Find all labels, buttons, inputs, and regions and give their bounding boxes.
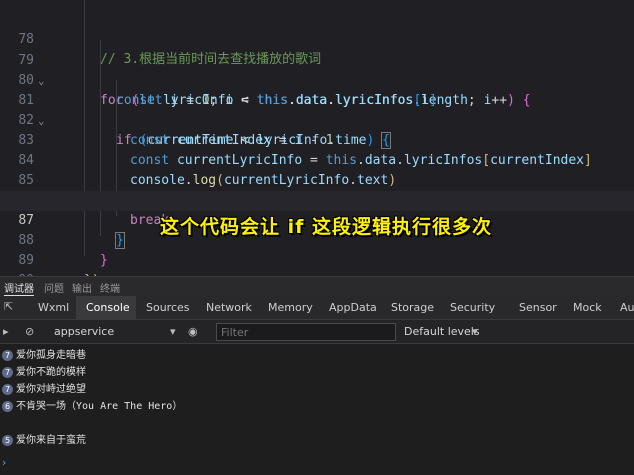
panel-mock[interactable]: Mock (573, 301, 602, 314)
console-prompt-icon[interactable]: › (2, 456, 6, 469)
panel-console[interactable]: Console (86, 301, 130, 314)
console-log-row: 7 爱你孤身走暗巷 (0, 348, 634, 364)
repeat-count-badge: 7 (2, 367, 13, 378)
devtools-top-tabs: 调试器 问题 输出 终端 (0, 276, 634, 296)
code-line: 86 break (0, 171, 634, 228)
panel-security[interactable]: Security (450, 301, 495, 314)
levels-dropdown-icon[interactable]: ▾ (472, 325, 478, 338)
panel-memory[interactable]: Memory (268, 301, 313, 314)
log-text: 爱你对峙过绝望 (16, 384, 86, 395)
code-line: 83 const currentLyricInfo = this.data.ly… (0, 111, 634, 168)
code-line: 78 // 3.根据当前时间去查找播放的歌词 (0, 10, 634, 67)
console-log-row: 6 不肯哭一场（You Are The Hero） (0, 399, 634, 415)
code-editor[interactable]: 78 // 3.根据当前时间去查找播放的歌词 79 ⌄ for (let i =… (0, 0, 634, 276)
filter-input[interactable] (216, 323, 396, 341)
code-line: 84 console.log(currentLyricInfo.text) (0, 131, 634, 188)
tab-debugger[interactable]: 调试器 (4, 280, 34, 296)
code-line: 81 ⌄ if (currentTime < lyricInfo.time) { (0, 71, 634, 149)
tab-problems[interactable]: 问题 (44, 280, 64, 295)
video-caption: 这个代码会让 if 这段逻辑执行很多次 (160, 216, 493, 238)
tab-terminal[interactable]: 终端 (100, 280, 120, 295)
panel-sensor[interactable]: Sensor (519, 301, 557, 314)
panel-sources[interactable]: Sources (146, 301, 190, 314)
console-log-row: 7 爱你不跪的模样 (0, 365, 634, 381)
log-text: 爱你孤身走暗巷 (16, 350, 86, 361)
panel-appdata[interactable]: AppData (329, 301, 377, 314)
levels-select[interactable]: Default levels (404, 325, 480, 338)
console-log-row: 7 爱你对峙过绝望 (0, 382, 634, 398)
repeat-count-badge: 6 (2, 401, 13, 412)
eye-icon[interactable]: ◉ (188, 325, 198, 338)
tab-output[interactable]: 输出 (72, 280, 92, 295)
context-dropdown-icon[interactable]: ▾ (170, 325, 176, 338)
log-text: 不肯哭一场（You Are The Hero） (16, 401, 183, 412)
repeat-count-badge: 7 (2, 350, 13, 361)
panel-wxml[interactable]: Wxml (38, 301, 69, 314)
inspect-element-icon[interactable]: ⇱ (4, 300, 13, 313)
panel-storage[interactable]: Storage (391, 301, 434, 314)
devtools-panel-bar: ⇱ Wxml Console Sources Network Memory Ap… (0, 296, 634, 320)
sidebar-toggle-icon[interactable]: ▸ (3, 325, 9, 338)
code-line-active: 87 } (0, 191, 634, 249)
code-line: 79 ⌄ for (let i = 0; i < this.data.lyric… (0, 31, 634, 108)
code-line: 82 const currentIndex = i - 1 (0, 91, 634, 148)
code-line: 80 const lyricInfo = this.data.lyricInfo… (0, 51, 634, 108)
repeat-count-badge: 7 (2, 384, 13, 395)
clear-console-icon[interactable]: ⊘ (25, 325, 34, 338)
code-line: 90 }, (0, 251, 634, 276)
console-toolbar: ▸ ⊘ appservice ▾ ◉ Default levels ▾ (0, 320, 634, 344)
panel-overflow[interactable]: Au (620, 301, 634, 314)
console-log-row: 5 爱你来自于蛮荒 (0, 433, 634, 449)
log-text: 爱你不跪的模样 (16, 367, 86, 378)
repeat-count-badge: 5 (2, 435, 13, 446)
context-select[interactable]: appservice (54, 325, 114, 338)
console-output[interactable]: 7 爱你孤身走暗巷 7 爱你不跪的模样 7 爱你对峙过绝望 6 不肯哭一场（Yo… (0, 344, 634, 475)
panel-network[interactable]: Network (206, 301, 252, 314)
code-line: 85 this.setData({ currentLyricText: curr… (0, 151, 634, 208)
log-text: 爱你来自于蛮荒 (16, 435, 86, 446)
